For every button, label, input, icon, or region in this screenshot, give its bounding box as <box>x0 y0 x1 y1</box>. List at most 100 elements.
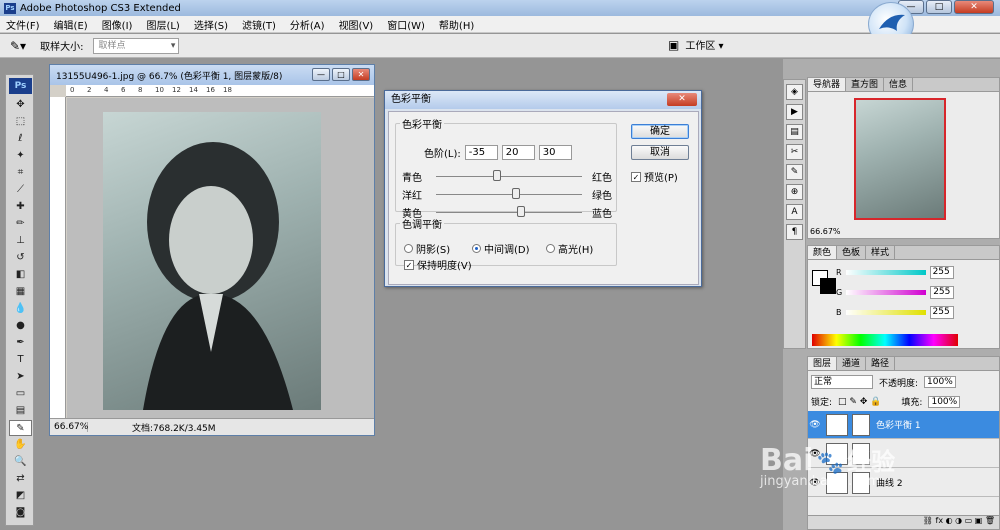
background-swatch[interactable] <box>820 278 836 294</box>
menu-help[interactable]: 帮助(H) <box>439 17 474 32</box>
slider-track[interactable] <box>436 170 582 181</box>
tab-info[interactable]: 信息 <box>884 78 914 91</box>
radio-dot[interactable] <box>472 244 481 253</box>
magenta-green-slider-thumb[interactable] <box>512 188 521 199</box>
doc-close-button[interactable]: ✕ <box>352 68 370 81</box>
slider-track[interactable] <box>436 206 582 217</box>
quick-mask-icon[interactable]: ◙ <box>9 505 32 521</box>
cyan-red-slider-thumb[interactable] <box>493 170 502 181</box>
highlights-radio[interactable]: 高光(H) <box>546 241 593 256</box>
tab-styles[interactable]: 样式 <box>866 246 896 259</box>
tab-histogram[interactable]: 直方图 <box>846 78 885 91</box>
maximize-button[interactable]: □ <box>926 0 952 14</box>
level-cyan-red-input[interactable] <box>464 145 498 160</box>
actions-icon[interactable]: ▶ <box>786 104 803 120</box>
menu-image[interactable]: 图像(I) <box>102 17 133 32</box>
blur-tool-icon[interactable]: 💧 <box>9 301 32 317</box>
bridge-icon[interactable]: ▣ <box>668 38 679 52</box>
dodge-tool-icon[interactable]: ● <box>9 318 32 334</box>
channel-value[interactable]: 255 <box>929 306 954 319</box>
navigator-thumbnail[interactable] <box>854 98 946 220</box>
layer-mask-thumbnail[interactable] <box>852 413 870 436</box>
shape-tool-icon[interactable]: ▭ <box>9 386 32 402</box>
tab-layers[interactable]: 图层 <box>808 357 838 370</box>
channel-bar[interactable] <box>845 310 926 315</box>
move-tool-icon[interactable]: ✥ <box>9 97 32 113</box>
color-swatches-icon[interactable]: ◩ <box>9 488 32 504</box>
stamp-tool-icon[interactable]: ⊥ <box>9 233 32 249</box>
preserve-luminosity-checkbox[interactable]: ✓ 保持明度(V) <box>404 257 472 272</box>
canvas[interactable] <box>67 98 374 419</box>
navigator-zoom[interactable]: 66.67% <box>810 227 841 236</box>
doc-maximize-button[interactable]: □ <box>332 68 350 81</box>
radio-dot[interactable] <box>546 244 555 253</box>
menu-file[interactable]: 文件(F) <box>6 17 40 32</box>
menu-select[interactable]: 选择(S) <box>194 17 228 32</box>
type-tool-icon[interactable]: T <box>9 352 32 368</box>
channel-value[interactable]: 255 <box>930 286 955 299</box>
level-yellow-blue-input[interactable] <box>538 145 572 160</box>
channel-value[interactable]: 255 <box>929 266 954 279</box>
sample-size-select[interactable]: 取样点 <box>93 37 180 54</box>
preview-checkbox[interactable]: ✓ 预览(P) <box>631 169 678 184</box>
blend-mode-select[interactable]: 正常 <box>811 375 873 389</box>
eyedropper-icon[interactable]: ✎▾ <box>10 39 26 53</box>
midtones-radio[interactable]: 中间调(D) <box>472 241 530 256</box>
tab-navigator[interactable]: 导航器 <box>808 78 847 91</box>
history-brush-icon[interactable]: ↺ <box>9 250 32 266</box>
menu-layer[interactable]: 图层(L) <box>146 17 179 32</box>
marquee-tool-icon[interactable]: ⬚ <box>9 114 32 130</box>
dialog-close-button[interactable]: ✕ <box>667 93 697 106</box>
opacity-input[interactable]: 100% <box>924 376 956 388</box>
path-select-icon[interactable]: ➤ <box>9 369 32 385</box>
fill-input[interactable]: 100% <box>928 395 961 408</box>
notes-tool-icon[interactable]: ▤ <box>9 403 32 419</box>
eye-icon[interactable]: 👁 <box>808 420 822 430</box>
color-swap-icon[interactable]: ⇄ <box>9 471 32 487</box>
healing-brush-icon[interactable]: ✚ <box>9 199 32 215</box>
checkbox-box[interactable]: ✓ <box>631 171 641 182</box>
menu-window[interactable]: 窗口(W) <box>387 17 425 32</box>
shadows-radio[interactable]: 阴影(S) <box>404 241 450 256</box>
crop-tool-icon[interactable]: ⌗ <box>9 165 32 181</box>
layer-row[interactable]: 👁 色彩平衡 1 <box>808 411 999 439</box>
ok-button[interactable]: 确定 <box>631 124 689 139</box>
menu-filter[interactable]: 滤镜(T) <box>242 17 276 32</box>
eraser-tool-icon[interactable]: ◧ <box>9 267 32 283</box>
channel-bar[interactable] <box>845 270 926 275</box>
zoom-level[interactable]: 66.67% <box>50 422 88 432</box>
clone-source-icon[interactable]: ⊕ <box>786 184 803 200</box>
menu-analysis[interactable]: 分析(A) <box>290 17 325 32</box>
pen-tool-icon[interactable]: ✒ <box>9 335 32 351</box>
close-button[interactable]: ✕ <box>954 0 994 14</box>
radio-dot[interactable] <box>404 244 413 253</box>
tab-channels[interactable]: 通道 <box>837 357 867 370</box>
layer-footer-icons[interactable]: ⛓ fx ◐ ◑ ▭ ▣ 🗑 <box>923 516 995 525</box>
layer-comps-icon[interactable]: ▤ <box>786 124 803 140</box>
menu-edit[interactable]: 编辑(E) <box>54 17 88 32</box>
paragraph-icon[interactable]: ¶ <box>786 224 803 240</box>
slice-tool-icon[interactable]: ⟋ <box>9 182 32 198</box>
doc-minimize-button[interactable]: — <box>312 68 330 81</box>
tab-swatches[interactable]: 色板 <box>837 246 867 259</box>
cancel-button[interactable]: 取消 <box>631 145 689 160</box>
checkbox-box[interactable]: ✓ <box>404 259 414 270</box>
zoom-tool-icon[interactable]: 🔍 <box>9 454 32 470</box>
workspace-menu[interactable]: 工作区 ▾ <box>685 37 723 52</box>
slider-track[interactable] <box>436 188 582 199</box>
brush-tool-icon[interactable]: ✏ <box>9 216 32 232</box>
level-magenta-green-input[interactable] <box>501 145 535 160</box>
magic-wand-icon[interactable]: ✦ <box>9 148 32 164</box>
brushes-icon[interactable]: ✎ <box>786 164 803 180</box>
channel-bar[interactable] <box>846 290 927 295</box>
history-icon[interactable]: ◈ <box>786 84 803 100</box>
character-icon[interactable]: A <box>786 204 803 220</box>
hand-tool-icon[interactable]: ✋ <box>9 437 32 453</box>
tab-paths[interactable]: 路径 <box>866 357 896 370</box>
lock-icons[interactable]: □ ✎ ✥ 🔒 <box>838 397 881 407</box>
lasso-tool-icon[interactable]: ℓ <box>9 131 32 147</box>
menu-view[interactable]: 视图(V) <box>339 17 374 32</box>
tab-color[interactable]: 颜色 <box>808 246 838 259</box>
eyedropper-tool-icon[interactable]: ✎ <box>9 420 32 436</box>
gradient-tool-icon[interactable]: ▦ <box>9 284 32 300</box>
